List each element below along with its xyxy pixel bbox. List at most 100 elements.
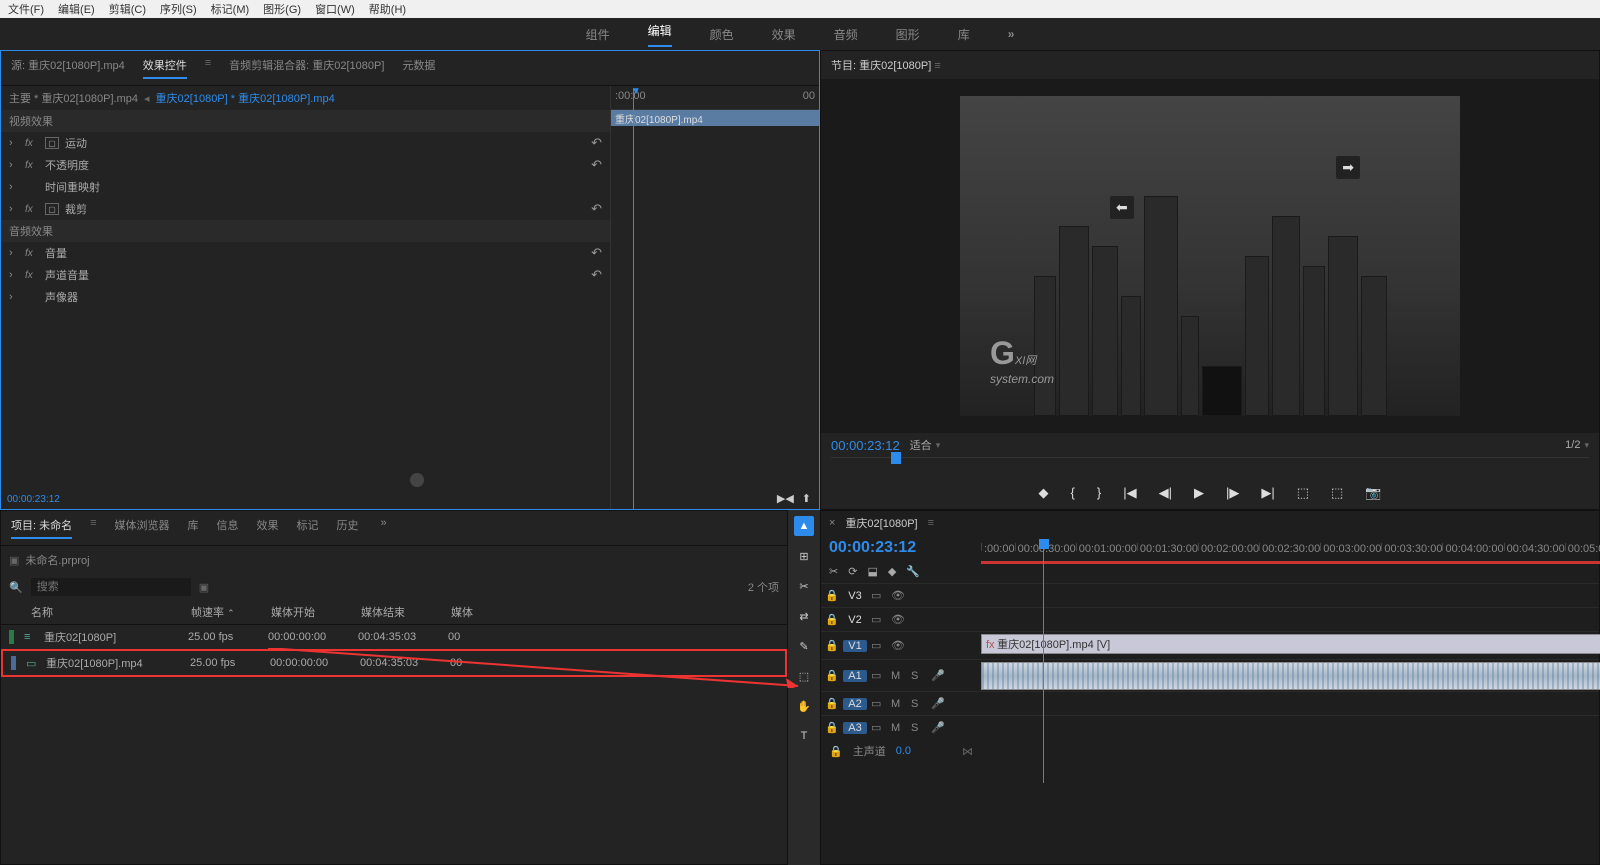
reset-icon[interactable]: ↶: [591, 135, 602, 151]
pp-tab-markers[interactable]: 标记: [297, 517, 319, 539]
ws-tab-more[interactable]: »: [1008, 27, 1015, 41]
project-item-sequence[interactable]: ≡ 重庆02[1080P] 25.00 fps 00:00:00:00 00:0…: [1, 625, 787, 649]
program-fit-dropdown[interactable]: 适合▾: [910, 437, 941, 453]
tl-workarea-bar[interactable]: [981, 561, 1600, 564]
mute-icon[interactable]: M: [891, 722, 907, 734]
pp-tab-history[interactable]: 历史: [337, 517, 359, 539]
ec-row-opacity[interactable]: › fx 不透明度 ↶: [1, 154, 610, 176]
ec-row-channel-volume[interactable]: › fx 声道音量 ↶: [1, 264, 610, 286]
track-a2-content[interactable]: [981, 691, 1599, 715]
track-head-a1[interactable]: 🔒 A1 ▭ M S 🎤: [821, 659, 981, 691]
tl-timecode[interactable]: 00:00:23:12: [829, 539, 973, 557]
mic-icon[interactable]: 🎤: [931, 697, 947, 710]
expand-icon[interactable]: ›: [9, 137, 19, 149]
track-content-area[interactable]: fx 重庆02[1080P].mp4 [V]: [981, 583, 1599, 763]
menu-edit[interactable]: 编辑(E): [58, 1, 95, 17]
track-head-v3[interactable]: 🔒 V3 ▭ 👁: [821, 583, 981, 607]
reset-icon[interactable]: ↶: [591, 157, 602, 173]
lock-icon[interactable]: 🔒: [825, 697, 839, 710]
track-select-tool[interactable]: ⊞: [794, 546, 814, 566]
go-to-in-icon[interactable]: |◀: [1123, 485, 1136, 501]
program-tab[interactable]: 节目: 重庆02[1080P] ≡: [821, 51, 1599, 79]
audio-clip[interactable]: [981, 662, 1600, 690]
pp-tab-project[interactable]: 项目: 未命名: [11, 517, 72, 539]
ec-tab-effect-controls[interactable]: 效果控件: [143, 57, 187, 79]
menu-clip[interactable]: 剪辑(C): [109, 1, 146, 17]
lock-icon[interactable]: 🔒: [829, 745, 843, 758]
col-name[interactable]: 名称: [31, 604, 191, 620]
col-media-start[interactable]: 媒体开始: [271, 604, 361, 620]
ec-timeline[interactable]: :00:00 00 ▼ 重庆02[1080P].mp4: [611, 86, 819, 509]
project-item-clip[interactable]: ▭ 重庆02[1080P].mp4 25.00 fps 00:00:00:00 …: [1, 649, 787, 677]
toggle-output-icon[interactable]: ▭: [871, 669, 887, 682]
lock-icon[interactable]: 🔒: [825, 589, 839, 602]
bowtie-icon[interactable]: ⋈: [962, 745, 973, 758]
track-label[interactable]: A3: [843, 722, 867, 734]
rectangle-tool[interactable]: ⬚: [794, 666, 814, 686]
lock-icon[interactable]: 🔒: [825, 639, 839, 652]
in-point-icon[interactable]: {: [1071, 485, 1075, 501]
step-back-icon[interactable]: ◀|: [1159, 485, 1172, 501]
solo-icon[interactable]: S: [911, 698, 927, 710]
ec-row-motion[interactable]: › fx ▢ 运动 ↶: [1, 132, 610, 154]
mic-icon[interactable]: 🎤: [931, 721, 947, 734]
lock-icon[interactable]: 🔒: [825, 669, 839, 682]
wrench-icon[interactable]: 🔧: [906, 565, 920, 578]
ec-export-icon[interactable]: ⬆: [802, 492, 811, 505]
expand-icon[interactable]: ›: [9, 181, 19, 193]
expand-icon[interactable]: ›: [9, 269, 19, 281]
reset-icon[interactable]: ↶: [591, 201, 602, 217]
program-timecode[interactable]: 00:00:23:12: [831, 438, 900, 453]
ws-tab-audio[interactable]: 音频: [834, 26, 858, 43]
track-head-a3[interactable]: 🔒 A3 ▭ M S 🎤: [821, 715, 981, 739]
solo-icon[interactable]: S: [911, 670, 927, 682]
expand-icon[interactable]: ›: [9, 291, 19, 303]
video-preview[interactable]: ⬅ ➡ GXI网 system.com: [821, 79, 1599, 433]
pp-tab-effects[interactable]: 效果: [257, 517, 279, 539]
col-framerate[interactable]: 帧速率 ⌃: [191, 604, 271, 620]
ws-tab-assembly[interactable]: 组件: [586, 26, 610, 43]
marker-icon[interactable]: ◆: [1039, 485, 1049, 501]
tl-playhead[interactable]: [1039, 539, 1049, 549]
ec-tab-source[interactable]: 源: 重庆02[1080P].mp4: [11, 57, 125, 79]
ws-tab-editing[interactable]: 编辑: [648, 22, 672, 47]
track-label[interactable]: A1: [843, 670, 867, 682]
extract-icon[interactable]: ⬚: [1331, 485, 1343, 501]
track-head-a2[interactable]: 🔒 A2 ▭ M S 🎤: [821, 691, 981, 715]
eye-icon[interactable]: 👁: [891, 589, 907, 602]
expand-icon[interactable]: ›: [9, 159, 19, 171]
track-v3-content[interactable]: [981, 583, 1599, 607]
solo-icon[interactable]: S: [911, 722, 927, 734]
reset-icon[interactable]: ↶: [591, 245, 602, 261]
track-head-v1[interactable]: 🔒 V1 ▭ 👁: [821, 631, 981, 659]
toggle-output-icon[interactable]: ▭: [871, 697, 887, 710]
ec-tab-audio-mixer[interactable]: 音频剪辑混合器: 重庆02[1080P]: [229, 57, 384, 79]
tl-ruler[interactable]: :00:00 00:00:30:00 00:01:00:00 00:01:30:…: [981, 535, 1599, 583]
ec-scrollbar-thumb[interactable]: [410, 473, 424, 487]
toggle-output-icon[interactable]: ▭: [871, 613, 887, 626]
ws-tab-graphics[interactable]: 图形: [896, 26, 920, 43]
pp-tab-library[interactable]: 库: [188, 517, 199, 539]
ws-tab-effects[interactable]: 效果: [772, 26, 796, 43]
track-a3-content[interactable]: [981, 715, 1599, 739]
pen-tool[interactable]: ✎: [794, 636, 814, 656]
expand-icon[interactable]: ›: [9, 203, 19, 215]
ec-row-crop[interactable]: › fx ▢ 裁剪 ↶: [1, 198, 610, 220]
play-icon[interactable]: ▶: [1194, 485, 1204, 501]
selection-tool[interactable]: ▲: [794, 516, 814, 536]
export-frame-icon[interactable]: 📷: [1365, 485, 1381, 501]
master-value[interactable]: 0.0: [896, 745, 911, 757]
eye-icon[interactable]: 👁: [891, 639, 907, 652]
hand-tool[interactable]: ✋: [794, 696, 814, 716]
mute-icon[interactable]: M: [891, 670, 907, 682]
pp-tab-more[interactable]: »: [381, 517, 387, 539]
out-point-icon[interactable]: }: [1097, 485, 1101, 501]
track-a1-content[interactable]: [981, 659, 1599, 691]
scrub-marker[interactable]: [891, 452, 901, 464]
toggle-output-icon[interactable]: ▭: [871, 721, 887, 734]
mute-icon[interactable]: M: [891, 698, 907, 710]
menu-graphics[interactable]: 图形(G): [263, 1, 301, 17]
ec-row-panner[interactable]: › 声像器: [1, 286, 610, 308]
ec-row-time-remap[interactable]: › 时间重映射: [1, 176, 610, 198]
camera-icon[interactable]: ▣: [199, 581, 209, 594]
